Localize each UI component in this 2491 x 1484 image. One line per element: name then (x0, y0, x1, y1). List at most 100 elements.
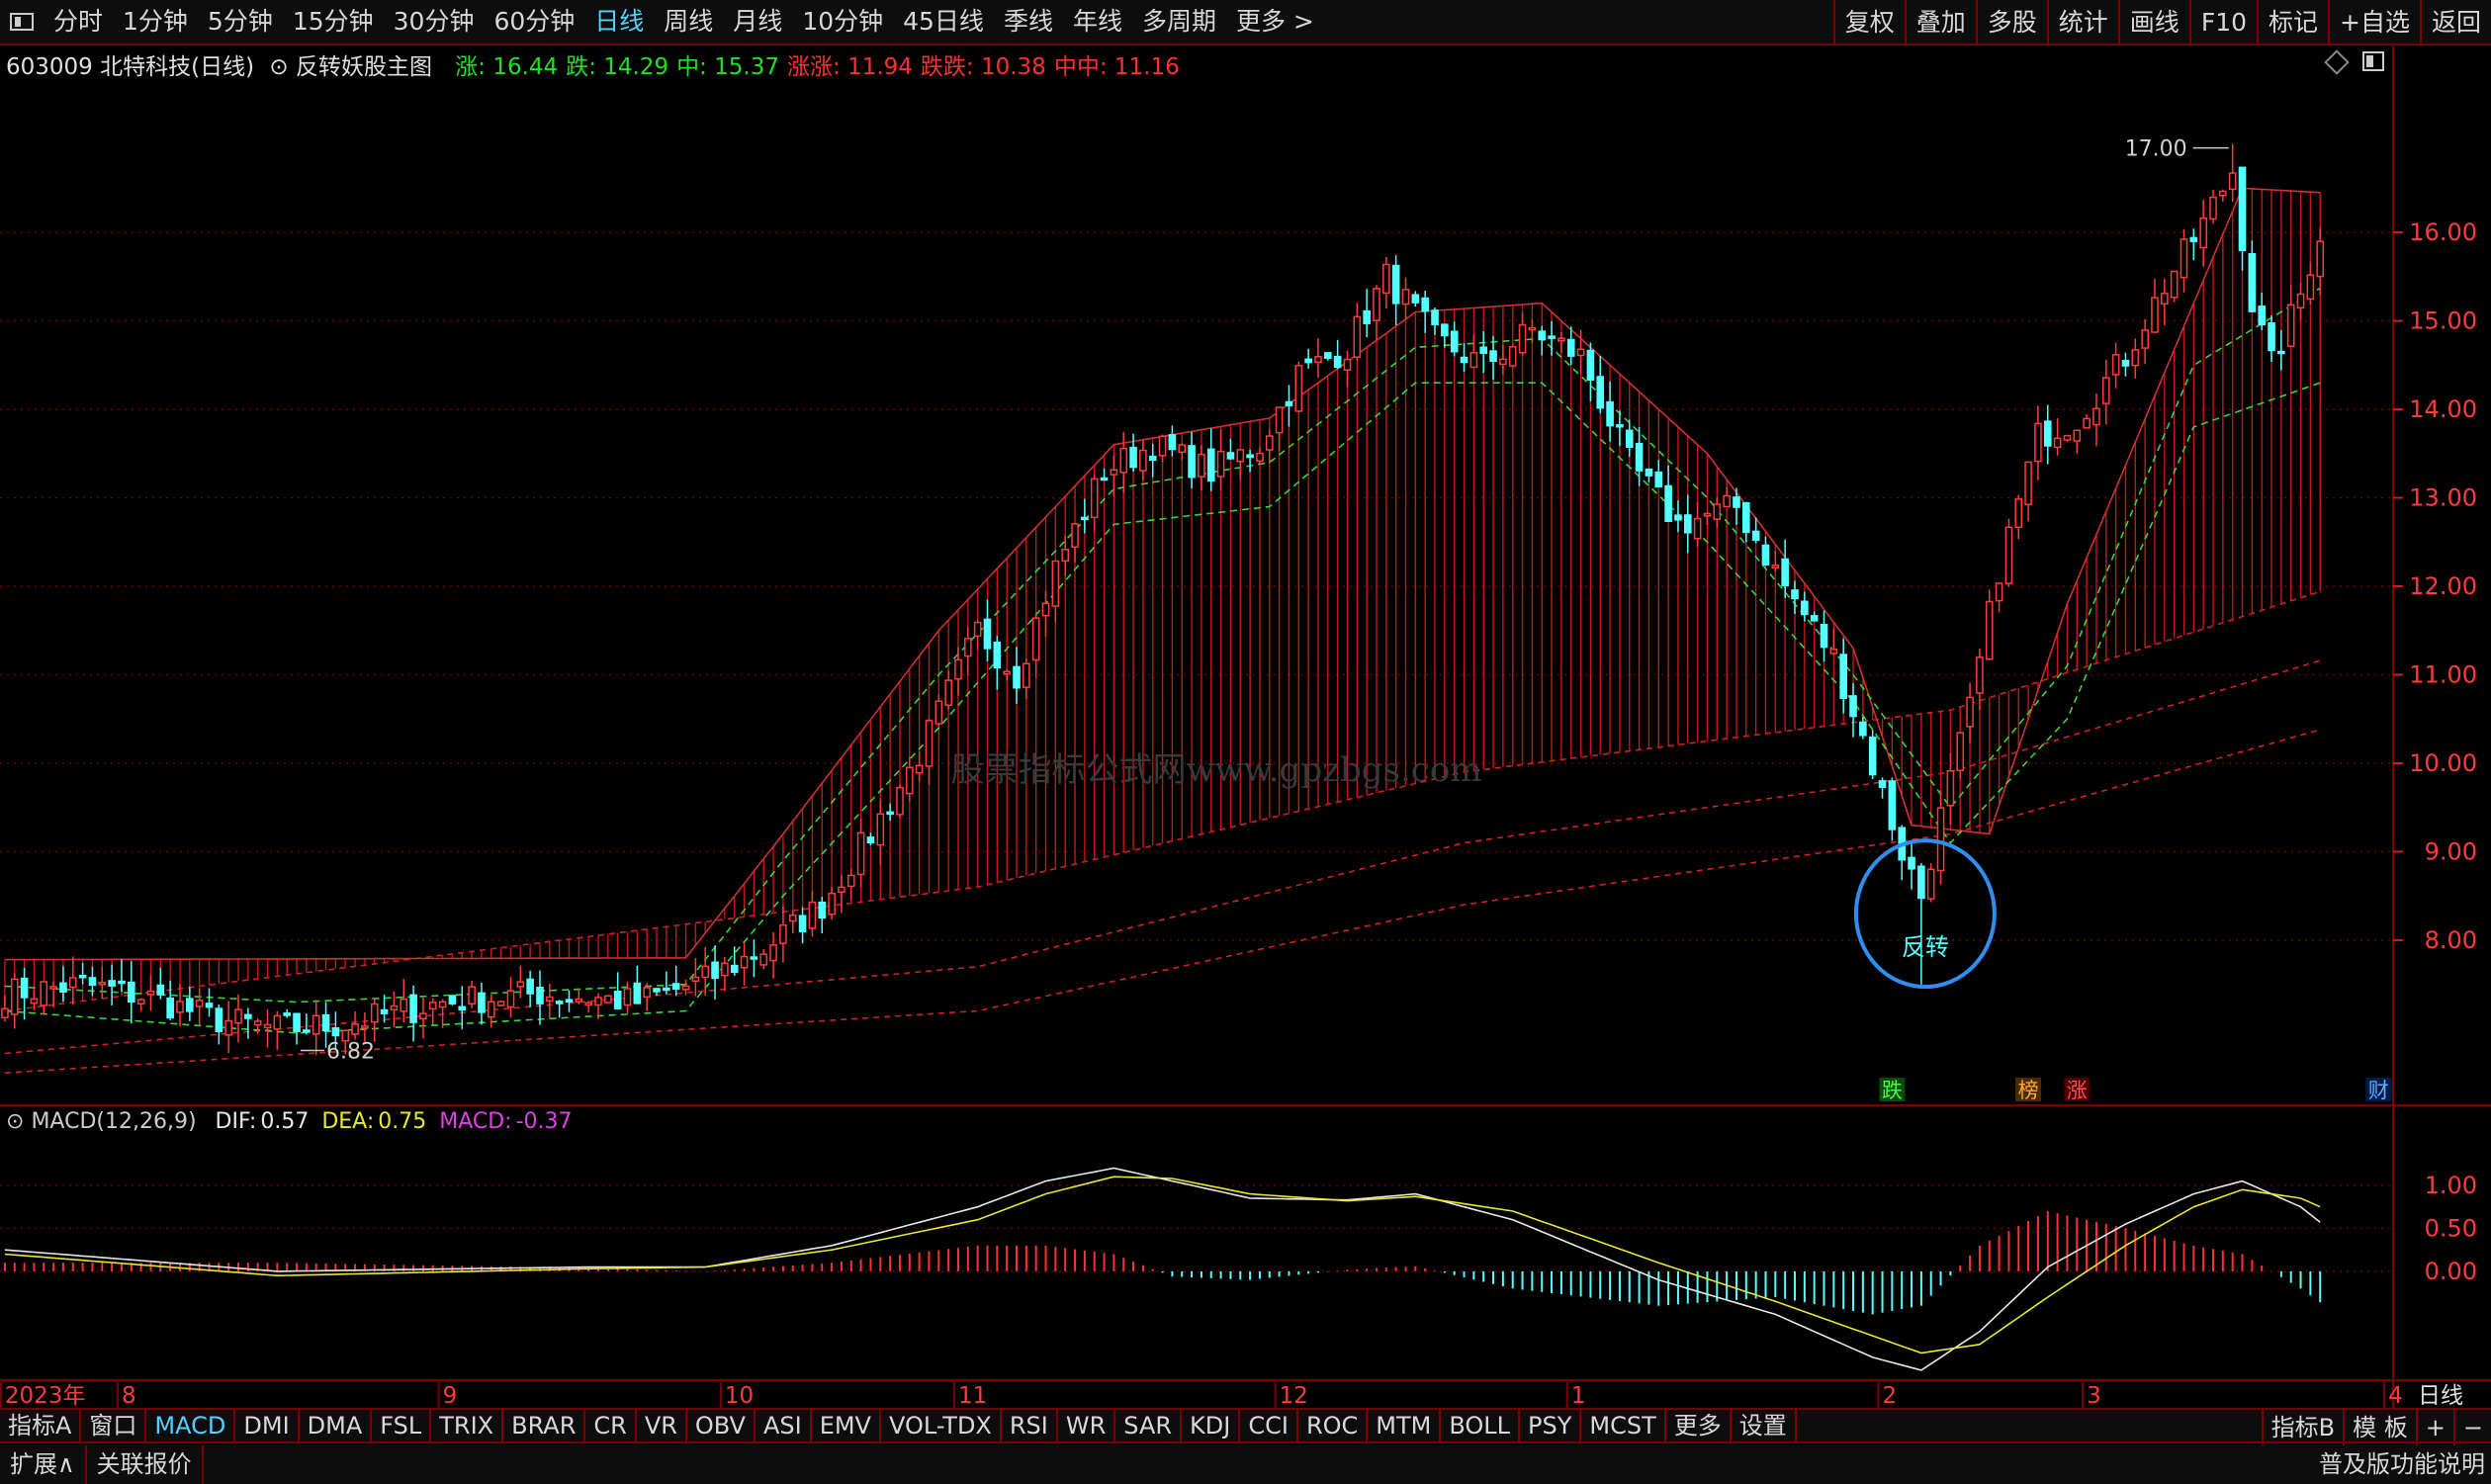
candle-body-46 (448, 995, 457, 1004)
candle-body-27 (263, 1023, 272, 1029)
period-tab-7[interactable]: 周线 (654, 0, 723, 44)
toolbar-button-4[interactable]: 画线 (2117, 0, 2189, 45)
kline-chart[interactable]: 8.009.0010.0011.0012.0013.0014.0015.0016… (0, 0, 2491, 1484)
indicator-right-0[interactable]: 指标B (2261, 1410, 2343, 1445)
indicator-tab-5[interactable]: FSL (372, 1408, 432, 1443)
candle-body-233 (2268, 322, 2275, 352)
status-button-0[interactable]: 扩展∧ (0, 1445, 87, 1484)
candle-body-179 (1742, 501, 1750, 534)
candle-body-28 (273, 1014, 282, 1030)
period-tab-11[interactable]: 季线 (994, 0, 1063, 44)
period-tab-9[interactable]: 10分钟 (792, 0, 893, 44)
candle-body-126 (1226, 452, 1235, 460)
candle-body-57 (555, 1001, 564, 1004)
candle-body-237 (2306, 274, 2315, 301)
candle-body-134 (1304, 358, 1312, 364)
period-tab-0[interactable]: 分时 (44, 0, 113, 44)
panel-toggle-icon[interactable] (2362, 51, 2384, 71)
period-tab-14[interactable]: 更多 > (1226, 0, 1324, 44)
candle-body-65 (633, 982, 642, 1004)
candle-body-223 (2170, 270, 2179, 299)
help-link[interactable]: 普及版功能说明 (2319, 1445, 2485, 1484)
indicator-tab-13[interactable]: VOL-TDX (881, 1408, 1002, 1443)
candle-body-231 (2248, 252, 2257, 312)
candle-body-230 (2238, 166, 2247, 252)
indicator-tab-12[interactable]: EMV (812, 1408, 881, 1443)
indicator-right-3[interactable]: − (2452, 1410, 2491, 1445)
indicator-tab-10[interactable]: OBV (687, 1408, 756, 1443)
time-tick-0: 2023年 (5, 1383, 86, 1409)
period-tabs: 分时 1分钟 5分钟 15分钟 30分钟 60分钟 日线 周线 月线 10分钟 45日线 季线 年线 多周… (44, 0, 1324, 44)
period-tab-8[interactable]: 月线 (723, 0, 792, 44)
window-icon[interactable] (10, 13, 34, 31)
indicator-tab-15[interactable]: WR (1058, 1408, 1116, 1443)
indicator-right-2[interactable]: + (2415, 1410, 2453, 1445)
candle-body-78 (759, 953, 768, 966)
period-tab-10[interactable]: 45日线 (893, 0, 994, 44)
toolbar-button-0[interactable]: 复权 (1832, 0, 1905, 45)
candle-body-99 (964, 638, 972, 657)
candle-body-119 (1158, 435, 1167, 457)
candle-body-10 (98, 981, 107, 986)
indicator-tab-18[interactable]: CCI (1240, 1408, 1298, 1443)
candle-body-9 (88, 977, 97, 986)
indicator-tab-4[interactable]: DMA (300, 1408, 373, 1443)
indicator-tab-6[interactable]: TRIX (431, 1408, 504, 1443)
candle-body-187 (1820, 623, 1828, 649)
indicator-tab-11[interactable]: ASI (756, 1408, 812, 1443)
indicator-tab-9[interactable]: VR (637, 1408, 687, 1443)
status-buttons: 扩展∧ 关联报价 (0, 1445, 204, 1484)
indicator-toolbar: 指标A 窗口 MACD DMI DMA FSL TRIX BRAR CR VR OBV ASI EMV V… (0, 1408, 2491, 1445)
period-tab-2[interactable]: 5分钟 (198, 0, 283, 44)
candle-body-85 (828, 892, 836, 916)
candle-body-228 (2219, 190, 2227, 197)
indicator-tab-24[interactable]: 更多 (1666, 1408, 1732, 1443)
indicator-tab-23[interactable]: MCST (1581, 1408, 1666, 1443)
toolbar-button-3[interactable]: 统计 (2046, 0, 2118, 45)
indicator-tab-8[interactable]: CR (585, 1408, 637, 1443)
candle-body-54 (526, 978, 534, 995)
indicator-tab-20[interactable]: MTM (1368, 1408, 1442, 1443)
price-tick-7: 15.00 (2409, 307, 2477, 335)
candle-body-186 (1810, 615, 1819, 622)
indicator-tab-22[interactable]: PSY (1520, 1408, 1582, 1443)
candle-body-212 (2063, 434, 2072, 441)
toolbar-button-7[interactable]: +自选 (2328, 0, 2420, 45)
candle-body-181 (1761, 544, 1770, 566)
toolbar-button-1[interactable]: 叠加 (1904, 0, 1976, 45)
candle-body-84 (818, 901, 827, 919)
indicator-tab-14[interactable]: RSI (1002, 1408, 1058, 1443)
period-tab-3[interactable]: 15分钟 (283, 0, 384, 44)
indicator-tab-25[interactable]: 设置 (1732, 1408, 1797, 1443)
indicator-tab-7[interactable]: BRAR (503, 1408, 586, 1443)
macd-selector[interactable]: ⊙ MACD(12,26,9) (6, 1109, 203, 1134)
period-tab-13[interactable]: 多周期 (1132, 0, 1226, 44)
candle-body-183 (1781, 558, 1789, 587)
indicator-selector[interactable]: ⊙ 反转妖股主图 (269, 54, 440, 80)
candle-body-6 (59, 982, 67, 994)
toolbar-button-2[interactable]: 多股 (1975, 0, 2047, 45)
status-button-1[interactable]: 关联报价 (87, 1445, 204, 1484)
indicator-tab-21[interactable]: BOLL (1441, 1408, 1521, 1443)
period-tab-4[interactable]: 30分钟 (384, 0, 485, 44)
toolbar-button-6[interactable]: 标记 (2257, 0, 2328, 45)
indicator-tab-1[interactable]: 窗口 (81, 1408, 147, 1443)
period-tab-6[interactable]: 日线 (584, 0, 654, 44)
period-tab-12[interactable]: 年线 (1063, 0, 1132, 44)
toolbar-button-5[interactable]: F10 (2188, 0, 2257, 45)
period-tab-1[interactable]: 1分钟 (113, 0, 198, 44)
period-tab-5[interactable]: 60分钟 (484, 0, 584, 44)
candle-body-76 (740, 955, 749, 969)
candle-body-122 (1188, 445, 1196, 479)
indicator-tab-2[interactable]: MACD (146, 1408, 236, 1443)
indicator-tab-3[interactable]: DMI (235, 1408, 300, 1443)
toolbar-button-8[interactable]: 返回 (2419, 0, 2491, 45)
indicator-tab-17[interactable]: KDJ (1182, 1408, 1241, 1443)
candle-body-163 (1586, 349, 1595, 381)
indicator-tab-16[interactable]: SAR (1115, 1408, 1183, 1443)
candle-body-132 (1285, 400, 1293, 406)
indicator-tab-0[interactable]: 指标A (0, 1408, 82, 1443)
indicator-tab-19[interactable]: ROC (1298, 1408, 1369, 1443)
dif-label: DIF: (215, 1109, 257, 1134)
indicator-right-1[interactable]: 模 板 (2343, 1410, 2416, 1445)
